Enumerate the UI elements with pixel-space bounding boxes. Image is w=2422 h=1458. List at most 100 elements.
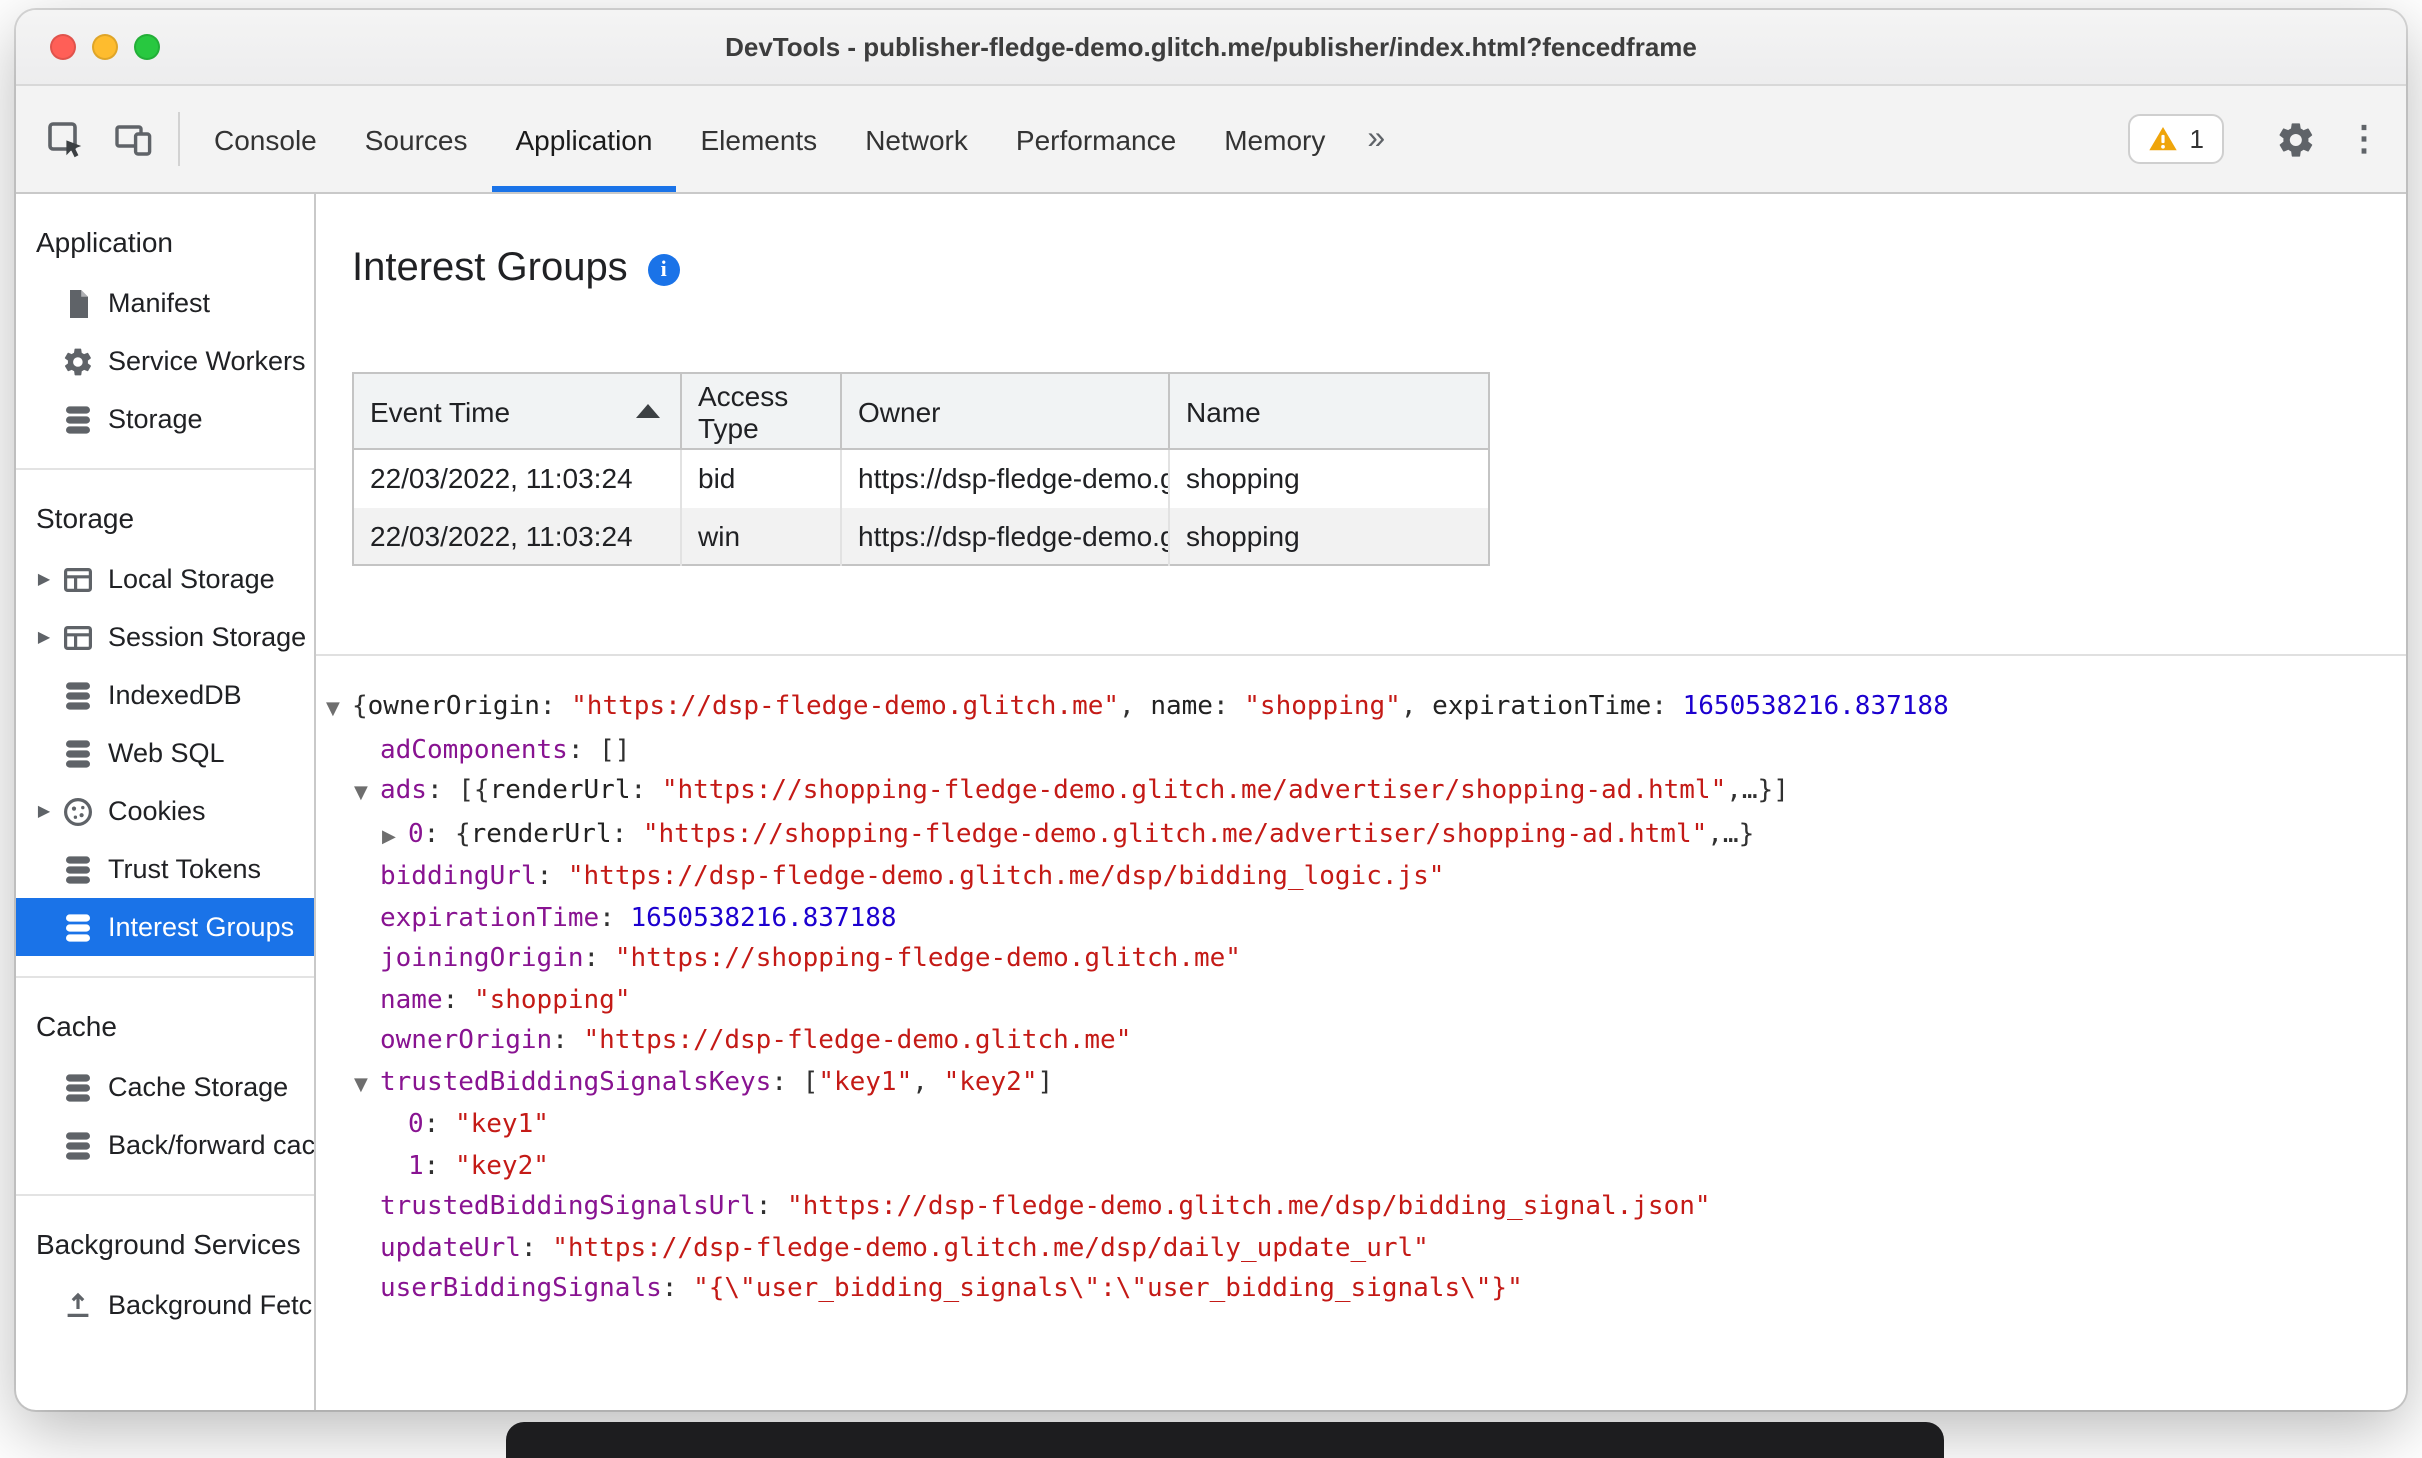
tree-line[interactable]: ▶ 0: {renderUrl: "https://shopping-fledge…	[316, 815, 2406, 858]
token-string: "{\"user_bidding_signals\":\"user_biddin…	[693, 1274, 1523, 1304]
tree-line[interactable]: trustedBiddingSignalsUrl: "https://dsp-f…	[316, 1188, 2406, 1229]
sidebar-item-local-storage[interactable]: ▶ Local Storage	[16, 550, 314, 608]
sidebar-item-background-fetch[interactable]: Background Fetch	[16, 1276, 314, 1334]
zoom-window-button[interactable]	[134, 34, 160, 60]
collapse-triangle-icon[interactable]: ▼	[354, 774, 380, 815]
column-header-access-type[interactable]: Access Type	[681, 373, 842, 450]
device-toolbar-icon[interactable]	[100, 86, 168, 192]
token-key: 0	[408, 819, 424, 849]
manifest-document-icon	[60, 286, 94, 320]
tree-line[interactable]: 1: "key2"	[316, 1147, 2406, 1188]
toolbar-right-cluster: 1 ⋮	[2127, 86, 2390, 192]
expand-triangle-icon[interactable]: ▶	[382, 817, 408, 858]
token-number: 1650538216.837188	[630, 903, 897, 933]
table-row[interactable]: 22/03/2022, 11:03:24 win https://dsp-fledg…	[353, 507, 1489, 565]
cookie-icon	[60, 794, 94, 828]
warning-triangle-icon	[2148, 127, 2177, 151]
sidebar-item-manifest[interactable]: Manifest	[16, 274, 314, 332]
settings-gear-icon[interactable]	[2262, 119, 2330, 159]
token-key: ads	[380, 776, 427, 806]
sidebar-section-title: Application	[36, 226, 173, 258]
tree-line[interactable]: userBiddingSignals: "{\"user_bidding_sig…	[316, 1270, 2406, 1311]
background-fetch-icon	[60, 1288, 94, 1322]
expander-triangle-icon[interactable]: ▶	[28, 570, 60, 588]
sidebar-section-application: Application Manifest Service Workers Storag…	[16, 194, 314, 470]
database-stack-icon	[60, 1128, 94, 1162]
database-stack-icon	[60, 402, 94, 436]
minimize-window-button[interactable]	[92, 34, 118, 60]
sidebar-item-storage[interactable]: Storage	[16, 390, 314, 448]
customize-devtools-kebab-icon[interactable]: ⋮	[2338, 119, 2390, 159]
table-grid-icon	[60, 620, 94, 654]
sidebar-item-cache-storage[interactable]: Cache Storage	[16, 1058, 314, 1116]
sidebar-item-indexeddb[interactable]: IndexedDB	[16, 666, 314, 724]
expander-triangle-icon[interactable]: ▶	[28, 628, 60, 646]
tree-line[interactable]: joiningOrigin: "https://shopping-fledge-…	[316, 940, 2406, 981]
sidebar-item-back-forward-cache[interactable]: Back/forward cache	[16, 1116, 314, 1174]
tab-elements[interactable]: Elements	[676, 86, 841, 192]
tab-application[interactable]: Application	[491, 86, 676, 192]
window-title: DevTools - publisher-fledge-demo.glitch.…	[725, 32, 1697, 62]
inspect-element-icon[interactable]	[32, 86, 100, 192]
database-stack-icon	[60, 910, 94, 944]
token-string: "key2"	[943, 1067, 1038, 1097]
tree-line[interactable]: biddingUrl: "https://dsp-fledge-demo.gli…	[316, 858, 2406, 899]
tree-line[interactable]: ▼ trustedBiddingSignalsKeys: ["key1", "ke…	[316, 1063, 2406, 1106]
tab-memory[interactable]: Memory	[1200, 86, 1349, 192]
service-worker-gear-icon	[60, 344, 94, 378]
column-header-label: Access Type	[698, 379, 789, 443]
column-header-event-time[interactable]: Event Time	[353, 373, 682, 450]
tree-line[interactable]: name: "shopping"	[316, 981, 2406, 1022]
token-key: userBiddingSignals	[380, 1274, 662, 1304]
table-grid-icon	[60, 562, 94, 596]
token-string: "key2"	[454, 1151, 549, 1181]
sidebar-section-cache: Cache Cache Storage Back/forward cache	[16, 978, 314, 1196]
interest-group-events-table: Event Time Access Type Owner Name 22/03/202…	[352, 372, 1490, 566]
tree-line[interactable]: ▼ ads: [{renderUrl: "https://shopping-fle…	[316, 772, 2406, 815]
sidebar-item-label: Manifest	[108, 288, 211, 318]
tree-line[interactable]: adComponents: []	[316, 731, 2406, 772]
tree-line[interactable]: 0: "key1"	[316, 1106, 2406, 1147]
tab-network[interactable]: Network	[841, 86, 992, 192]
toolbar-divider	[178, 112, 180, 166]
more-tabs-button[interactable]: »	[1349, 86, 1403, 192]
sidebar-item-label: Local Storage	[108, 564, 275, 594]
collapse-triangle-icon[interactable]: ▼	[354, 1065, 380, 1106]
tab-sources[interactable]: Sources	[341, 86, 492, 192]
token-string: "https://dsp-fledge-demo.glitch.me"	[583, 1026, 1132, 1056]
column-header-label: Event Time	[370, 395, 511, 427]
sidebar-section-title: Background Services	[36, 1228, 301, 1260]
sidebar-item-session-storage[interactable]: ▶ Session Storage	[16, 608, 314, 666]
table-cell: 22/03/2022, 11:03:24	[353, 449, 682, 507]
token-punct: :	[539, 692, 572, 722]
table-row[interactable]: 22/03/2022, 11:03:24 bid https://dsp-fledg…	[353, 449, 1489, 507]
tree-line[interactable]: updateUrl: "https://dsp-fledge-demo.glit…	[316, 1229, 2406, 1270]
sidebar-item-interest-groups[interactable]: Interest Groups	[16, 898, 314, 956]
tab-console[interactable]: Console	[190, 86, 341, 192]
sidebar-item-cookies[interactable]: ▶ Cookies	[16, 782, 314, 840]
sidebar-item-web-sql[interactable]: Web SQL	[16, 724, 314, 782]
sidebar-item-service-workers[interactable]: Service Workers	[16, 332, 314, 390]
expander-triangle-icon[interactable]: ▶	[28, 802, 60, 820]
token-punct: :	[599, 903, 631, 933]
column-header-name[interactable]: Name	[1169, 373, 1489, 450]
token-key: trustedBiddingSignalsUrl	[380, 1192, 756, 1222]
tree-line[interactable]: ownerOrigin: "https://dsp-fledge-demo.gl…	[316, 1022, 2406, 1063]
token-string: "key1"	[818, 1067, 913, 1097]
sidebar-item-trust-tokens[interactable]: Trust Tokens	[16, 840, 314, 898]
tree-line[interactable]: expirationTime: 1650538216.837188	[316, 899, 2406, 940]
sidebar-item-label: Background Fetch	[108, 1290, 316, 1320]
close-window-button[interactable]	[50, 34, 76, 60]
events-table-body: 22/03/2022, 11:03:24 bid https://dsp-fledg…	[353, 449, 1489, 565]
sidebar-section-background-services: Background Services Background Fetch	[16, 1196, 314, 1354]
column-header-owner[interactable]: Owner	[841, 373, 1170, 450]
collapse-triangle-icon[interactable]: ▼	[326, 690, 352, 731]
info-icon[interactable]: i	[647, 253, 680, 285]
sidebar-item-label: Trust Tokens	[108, 854, 262, 884]
token-key: joiningOrigin	[380, 944, 584, 974]
tree-line[interactable]: ▼ {ownerOrigin: "https://dsp-fledge-demo.…	[316, 688, 2406, 731]
token-key: biddingUrl	[380, 862, 537, 892]
tab-performance[interactable]: Performance	[992, 86, 1200, 192]
token-string: "https://dsp-fledge-demo.glitch.me/dsp/b…	[567, 862, 1445, 892]
issues-warning-badge[interactable]: 1	[2127, 114, 2224, 164]
